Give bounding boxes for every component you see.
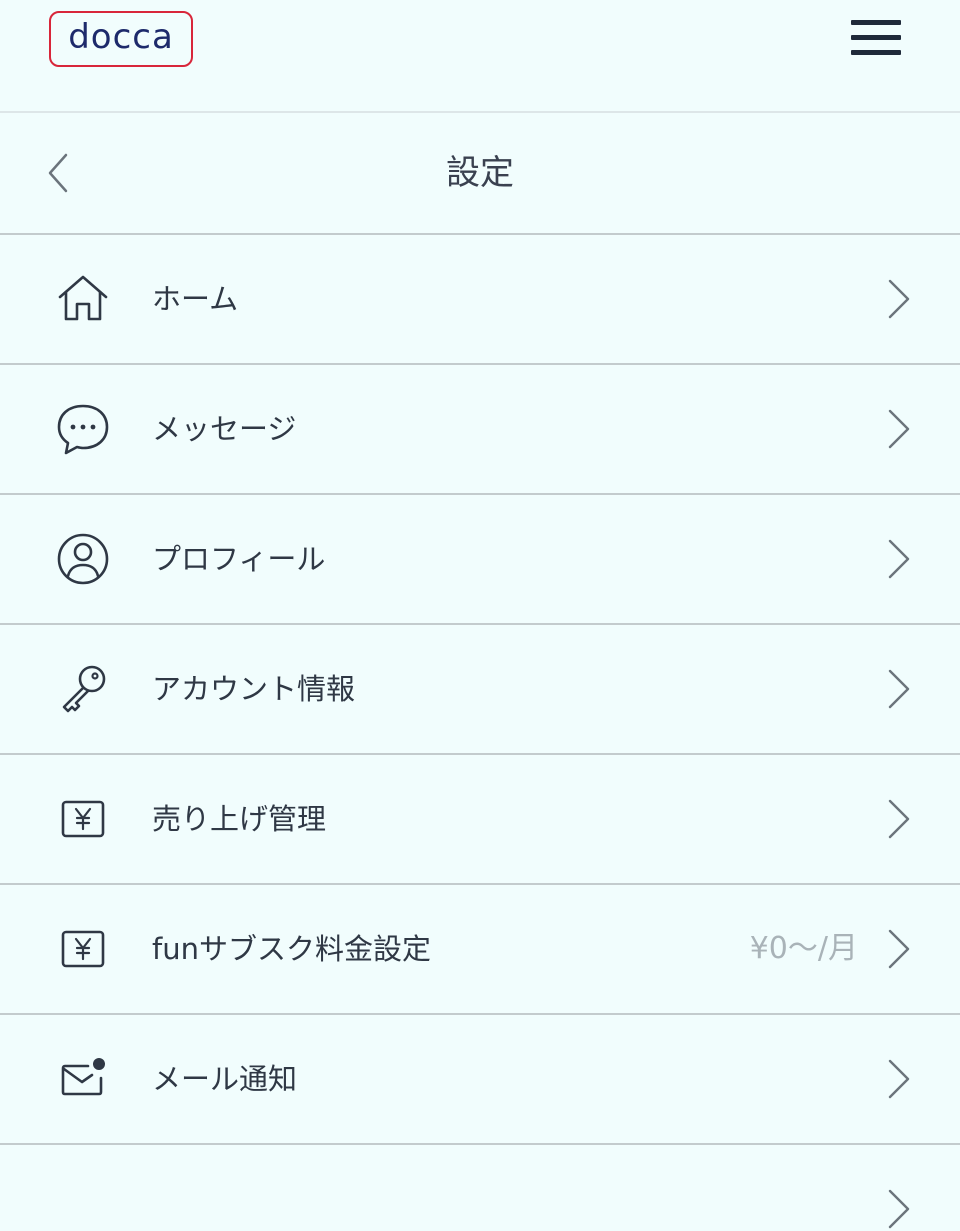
settings-menu-list: ホーム メッセージ プロフィール アカウント情報 売り上げ管理 funサブスク料… — [0, 235, 960, 1229]
mail-notification-icon — [61, 1058, 105, 1096]
logo-text: docca — [68, 17, 174, 57]
hamburger-menu-icon[interactable] — [846, 18, 906, 62]
chevron-right-icon — [888, 1189, 910, 1229]
app-header: docca — [0, 0, 960, 113]
chevron-right-icon — [888, 409, 910, 449]
chevron-right-icon — [888, 669, 910, 709]
yen-icon — [61, 800, 105, 838]
menu-item-label: メール通知 — [152, 1062, 298, 1096]
chat-bubble-icon — [57, 404, 109, 455]
menu-item-sales-management[interactable]: 売り上げ管理 — [0, 755, 960, 885]
chevron-right-icon — [888, 929, 910, 969]
chevron-right-icon — [888, 799, 910, 839]
menu-item-mail-notification[interactable]: メール通知 — [0, 1015, 960, 1145]
docca-logo[interactable]: docca — [49, 11, 193, 67]
menu-item-label: プロフィール — [152, 542, 326, 576]
key-icon — [62, 665, 106, 713]
chevron-right-icon — [888, 539, 910, 579]
user-circle-icon — [57, 533, 109, 585]
yen-icon — [61, 930, 105, 968]
menu-item-label: funサブスク料金設定 — [152, 932, 431, 966]
chevron-right-icon — [888, 279, 910, 319]
menu-item-label: ホーム — [152, 282, 239, 316]
menu-item-account-info[interactable]: アカウント情報 — [0, 625, 960, 755]
page-title-bar: 設定 — [0, 113, 960, 235]
menu-item-partial[interactable] — [0, 1145, 960, 1229]
page-title: 設定 — [446, 153, 514, 193]
subscription-price-value: ¥0〜/月 — [749, 931, 858, 966]
chevron-right-icon — [888, 1059, 910, 1099]
home-icon — [58, 275, 108, 321]
menu-item-profile[interactable]: プロフィール — [0, 495, 960, 625]
menu-item-label: 売り上げ管理 — [152, 802, 327, 836]
menu-item-subscription-pricing[interactable]: funサブスク料金設定 ¥0〜/月 — [0, 885, 960, 1015]
menu-item-home[interactable]: ホーム — [0, 235, 960, 365]
menu-item-label: アカウント情報 — [152, 672, 356, 706]
menu-item-label: メッセージ — [152, 412, 297, 446]
menu-item-message[interactable]: メッセージ — [0, 365, 960, 495]
